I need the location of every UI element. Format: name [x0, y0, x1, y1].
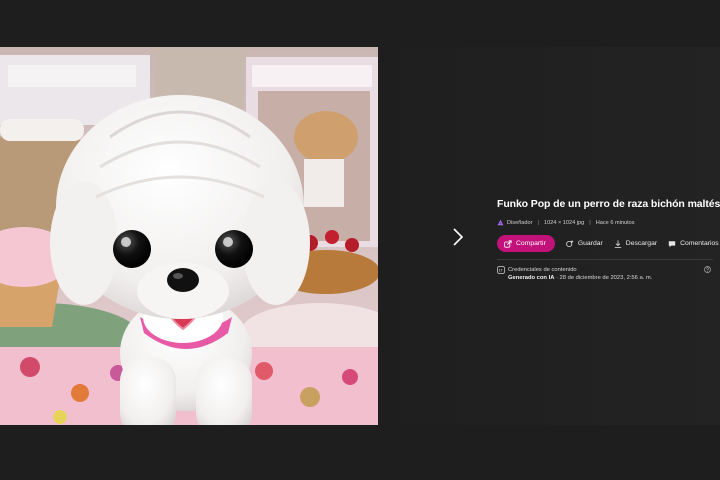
image-title: Funko Pop de un perro de raza bichón mal…	[497, 198, 720, 210]
credentials-date: · 28 de diciembre de 2023, 2:56 a. m.	[554, 275, 653, 281]
image-time: Hace 6 minutos	[595, 219, 635, 226]
comment-icon	[668, 240, 676, 247]
designer-icon	[497, 219, 504, 226]
help-icon[interactable]	[704, 266, 711, 273]
divider	[497, 259, 713, 260]
generated-image[interactable]	[0, 47, 378, 425]
download-icon	[614, 239, 621, 248]
creator-label[interactable]: Diseñador	[507, 220, 533, 226]
generated-with-ai: Generado con IA	[508, 275, 555, 281]
save-icon	[566, 239, 574, 247]
credentials-text: Credenciales de contenido Generado con I…	[508, 266, 652, 282]
download-button[interactable]: Descargar	[614, 239, 658, 248]
image-details-panel: Funko Pop de un perro de raza bichón mal…	[497, 198, 720, 282]
chevron-right-icon	[453, 228, 464, 246]
credentials-detail: Generado con IA · 28 de diciembre de 202…	[508, 274, 652, 282]
share-button[interactable]: Compartir	[497, 235, 555, 252]
save-button[interactable]: Guardar	[566, 239, 603, 248]
credentials-label: Credenciales de contenido	[508, 267, 577, 273]
image-viewer: Funko Pop de un perro de raza bichón mal…	[0, 47, 720, 425]
meta-separator: |	[537, 219, 539, 226]
image-meta: Diseñador | 1024 × 1024 jpg | Hace 6 min…	[497, 219, 713, 226]
svg-text:cr: cr	[499, 268, 503, 273]
credentials-icon: cr	[497, 266, 505, 274]
share-icon	[504, 239, 512, 248]
meta-separator: |	[589, 219, 591, 226]
comments-label: Comentarios	[680, 240, 719, 247]
funko-dog-image	[0, 47, 378, 425]
action-bar: Compartir Guardar Descargar Comentarios	[497, 235, 719, 252]
image-dimensions: 1024 × 1024 jpg	[543, 219, 585, 226]
comments-button[interactable]: Comentarios	[668, 240, 719, 248]
share-label: Compartir	[516, 240, 546, 247]
download-label: Descargar	[625, 240, 658, 247]
content-credentials: cr Credenciales de contenido Generado co…	[497, 266, 713, 282]
next-image-button[interactable]	[448, 223, 468, 251]
save-label: Guardar	[577, 240, 603, 247]
